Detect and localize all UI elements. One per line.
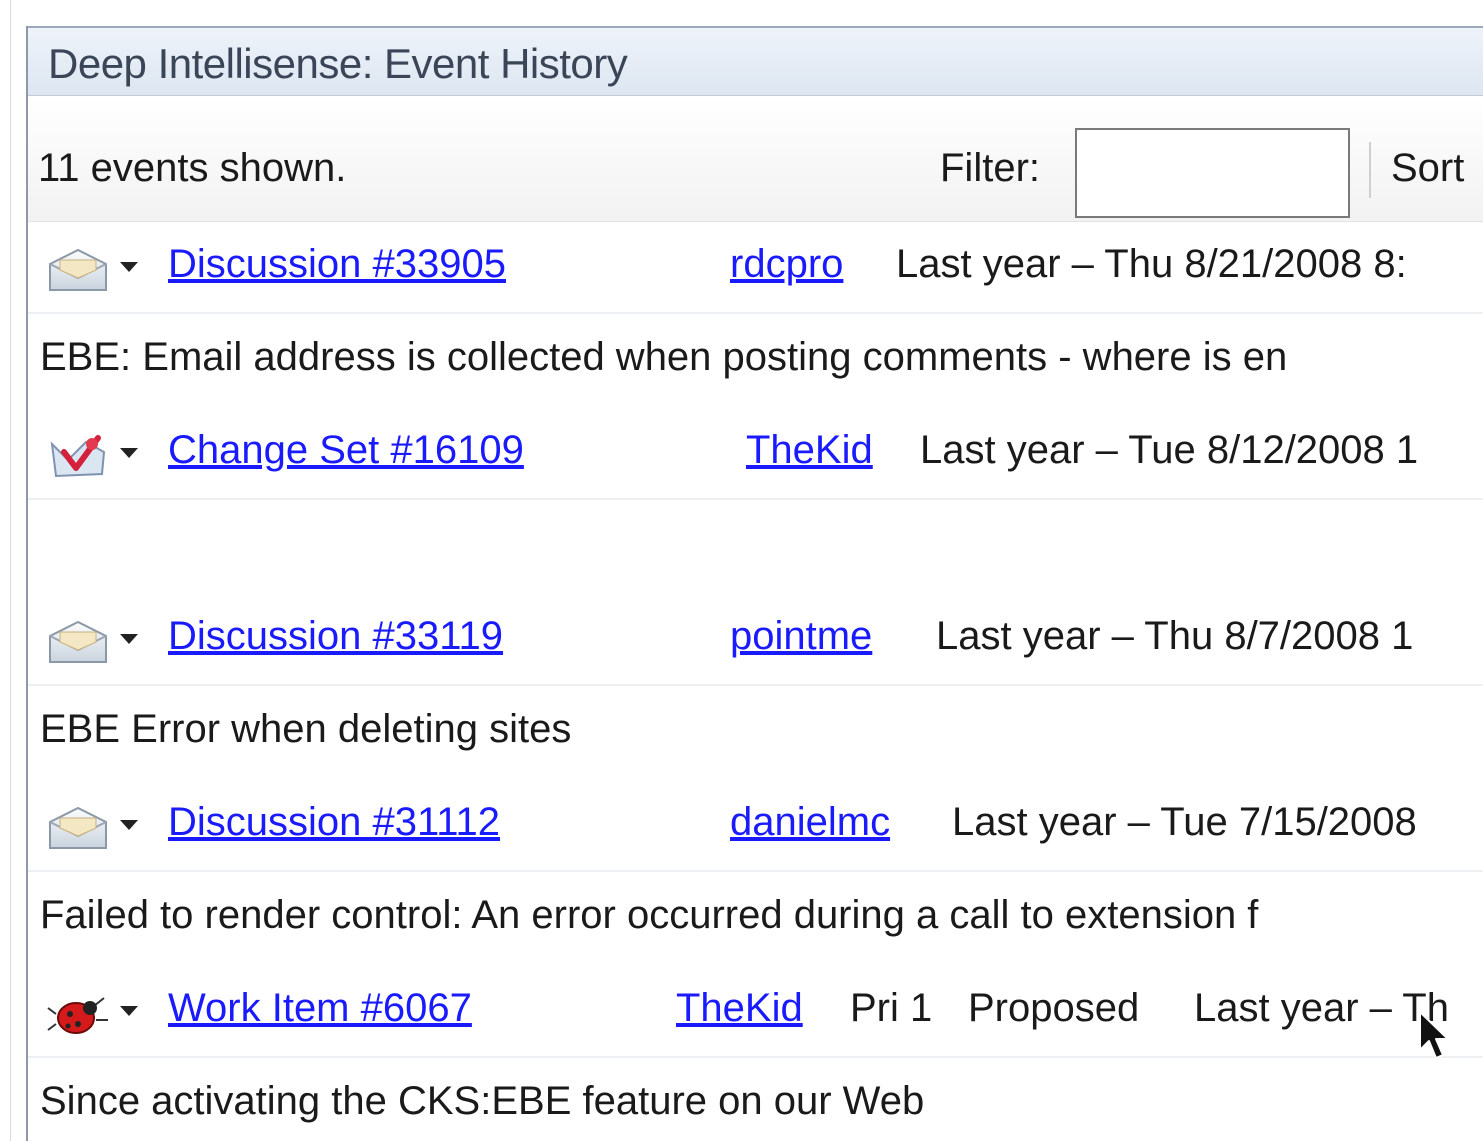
event-timestamp: Last year – Tue 8/12/2008 1 [920, 428, 1419, 472]
event-user-link[interactable]: rdcpro [730, 242, 843, 287]
event-timestamp: Last year – Tue 7/15/2008 [952, 800, 1417, 844]
envelope-icon[interactable] [46, 802, 110, 854]
event-link[interactable]: Discussion #33119 [168, 614, 503, 659]
event-description: EBE: Email address is collected when pos… [40, 335, 1288, 379]
panel-titlebar: Deep Intellisense: Event History [28, 26, 1483, 96]
event-priority: Pri 1 [850, 986, 933, 1030]
chevron-down-icon[interactable] [120, 448, 138, 458]
event-description: Since activating the CKS:EBE feature on … [40, 1079, 925, 1123]
event-description [40, 500, 1483, 586]
event-state: Proposed [968, 986, 1140, 1030]
filter-input[interactable] [1075, 128, 1350, 218]
event-toolbar: 11 events shown. Filter: Sort [28, 96, 1483, 222]
event-row: Discussion #31112 danielmc Last year – T… [28, 780, 1483, 872]
event-row: Discussion #33119 pointme Last year – Th… [28, 594, 1483, 686]
event-description: EBE Error when deleting sites [40, 707, 572, 751]
screenshot-frame: Deep Intellisense: Event History 11 even… [0, 0, 1483, 1141]
envelope-icon[interactable] [46, 616, 110, 668]
chevron-down-icon[interactable] [120, 634, 138, 644]
filter-label: Filter: [940, 146, 1040, 190]
event-link[interactable]: Change Set #16109 [168, 428, 524, 473]
event-link[interactable]: Work Item #6067 [168, 986, 472, 1031]
event-link[interactable]: Discussion #31112 [168, 800, 500, 845]
event-timestamp: Last year – Thu 8/7/2008 1 [936, 614, 1414, 658]
chevron-down-icon[interactable] [120, 1006, 138, 1016]
mouse-cursor-icon [1419, 1011, 1449, 1059]
event-timestamp: Last year – Thu 8/21/2008 8: [896, 242, 1407, 286]
chevron-down-icon[interactable] [120, 262, 138, 272]
toolbar-separator [1369, 142, 1371, 198]
panel-title: Deep Intellisense: Event History [48, 40, 628, 87]
bug-icon[interactable] [46, 988, 110, 1040]
event-history-panel: Deep Intellisense: Event History 11 even… [26, 26, 1483, 1141]
chevron-down-icon[interactable] [120, 820, 138, 830]
event-user-link[interactable]: TheKid [746, 428, 873, 473]
changeset-icon[interactable] [46, 430, 110, 482]
sort-button[interactable]: Sort [1391, 146, 1464, 191]
event-timestamp: Last year – Th [1194, 986, 1449, 1030]
event-row: Discussion #33905 rdcpro Last year – Thu… [28, 222, 1483, 314]
envelope-icon[interactable] [46, 244, 110, 296]
event-description: Failed to render control: An error occur… [40, 893, 1259, 937]
event-link[interactable]: Discussion #33905 [168, 242, 506, 287]
event-row: Change Set #16109 TheKid Last year – Tue… [28, 408, 1483, 500]
event-user-link[interactable]: danielmc [730, 800, 890, 845]
events-count: 11 events shown. [38, 146, 347, 190]
event-user-link[interactable]: TheKid [676, 986, 803, 1031]
event-user-link[interactable]: pointme [730, 614, 872, 659]
event-row: Work Item #6067 TheKid Pri 1 Proposed La… [28, 966, 1483, 1058]
window-edge [10, 0, 11, 1141]
